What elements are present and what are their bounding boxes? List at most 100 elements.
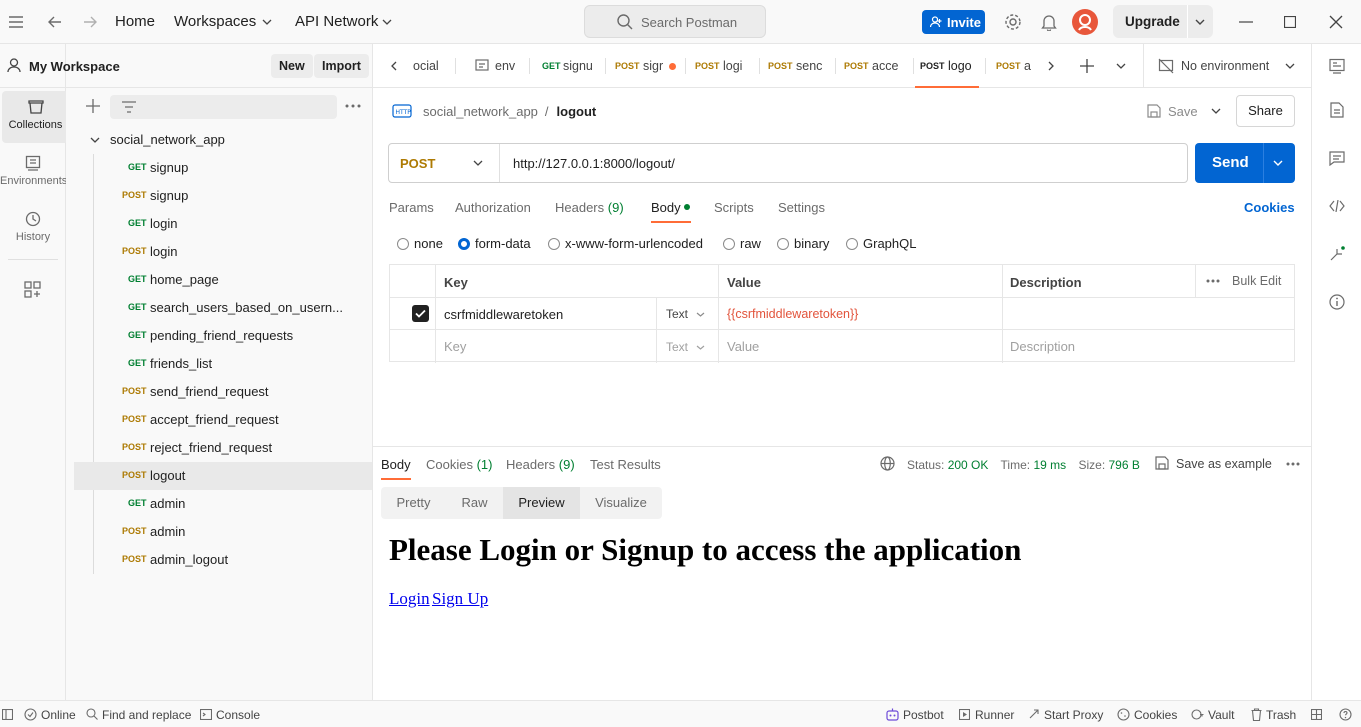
view-tab-preview[interactable]: Preview	[503, 487, 580, 519]
filter-input[interactable]	[110, 95, 337, 119]
request-item[interactable]: GET friends_list	[74, 350, 372, 378]
request-item[interactable]: POST reject_friend_request	[74, 434, 372, 462]
request-item[interactable]: GET search_users_based_on_usern...	[74, 294, 372, 322]
tab-scripts[interactable]: Scripts	[714, 200, 754, 215]
tab-request[interactable]: POST logi	[687, 44, 757, 88]
collection-folder[interactable]: social_network_app	[74, 126, 372, 154]
tab-authorization[interactable]: Authorization	[455, 200, 531, 215]
value-input[interactable]: Value	[727, 339, 759, 354]
radio-graphql[interactable]: GraphQL	[846, 236, 916, 251]
request-item[interactable]: GET login	[74, 210, 372, 238]
forward-arrow-icon[interactable]	[80, 12, 100, 32]
close-icon[interactable]	[1326, 12, 1346, 32]
radio-urlencoded[interactable]: x-www-form-urlencoded	[548, 236, 703, 251]
resp-tab-body[interactable]: Body	[381, 457, 411, 480]
more-options-icon[interactable]	[345, 99, 361, 113]
tab-request[interactable]: POST acce	[837, 44, 911, 88]
tabs-dropdown-icon[interactable]	[1116, 63, 1126, 69]
tab-request[interactable]: POST sigr	[607, 44, 683, 88]
bell-icon[interactable]	[1039, 12, 1059, 32]
postbot-button[interactable]: Postbot	[903, 708, 944, 722]
tab-request[interactable]: POST senc	[761, 44, 833, 88]
time-value[interactable]: 19 ms	[1033, 458, 1066, 472]
minimize-icon[interactable]	[1236, 12, 1256, 32]
request-item[interactable]: POST login	[74, 238, 372, 266]
share-button[interactable]: Share	[1236, 95, 1295, 127]
maximize-icon[interactable]	[1280, 12, 1300, 32]
vault-button[interactable]: Vault	[1208, 708, 1234, 722]
tab-collection[interactable]: ocial	[409, 44, 453, 88]
comments-icon[interactable]	[1327, 148, 1347, 168]
environment-selector[interactable]: No environment	[1144, 44, 1311, 88]
request-item[interactable]: GET home_page	[74, 266, 372, 294]
related-collections-icon[interactable]	[1327, 244, 1347, 264]
save-button[interactable]: Save	[1141, 95, 1203, 127]
trash-button[interactable]: Trash	[1266, 708, 1296, 722]
code-icon[interactable]	[1327, 196, 1347, 216]
rail-environments[interactable]: Environments	[0, 147, 67, 199]
cookies-link[interactable]: Cookies	[1244, 200, 1295, 215]
help-icon[interactable]	[1339, 708, 1352, 721]
url-input[interactable]: http://127.0.0.1:8000/logout/	[513, 156, 675, 171]
tab-request[interactable]: POST a	[987, 44, 1033, 88]
add-collection-icon[interactable]	[86, 99, 100, 113]
radio-binary[interactable]: binary	[777, 236, 829, 251]
save-dropdown-icon[interactable]	[1211, 108, 1221, 114]
avatar[interactable]	[1072, 9, 1098, 35]
runner-button[interactable]: Runner	[975, 708, 1014, 722]
view-tab-visualize[interactable]: Visualize	[580, 487, 662, 519]
request-item[interactable]: POST admin_logout	[74, 546, 372, 574]
menu-icon[interactable]	[6, 12, 26, 32]
radio-form-data[interactable]: form-data	[458, 236, 531, 251]
info-icon[interactable]	[1327, 292, 1347, 312]
row-key[interactable]: csrfmiddlewaretoken	[444, 307, 563, 322]
chevron-right-icon[interactable]	[1048, 61, 1054, 71]
online-status[interactable]: Online	[41, 708, 76, 722]
request-item[interactable]: POST admin	[74, 518, 372, 546]
key-input[interactable]: Key	[444, 339, 466, 354]
tab-request-active[interactable]: POST logo	[915, 44, 979, 88]
settings-icon[interactable]	[1003, 12, 1023, 32]
view-tab-pretty[interactable]: Pretty	[381, 487, 446, 519]
request-item[interactable]: GET pending_friend_requests	[74, 322, 372, 350]
radio-raw[interactable]: raw	[723, 236, 761, 251]
search-input[interactable]: Search Postman	[584, 5, 766, 38]
tab-request[interactable]: GET signu	[531, 44, 603, 88]
find-replace-button[interactable]: Find and replace	[102, 708, 191, 722]
request-item[interactable]: POST send_friend_request	[74, 378, 372, 406]
method-selector[interactable]: POST	[389, 144, 500, 182]
chevron-down-icon[interactable]	[1273, 160, 1283, 166]
bulk-edit-link[interactable]: Bulk Edit	[1232, 274, 1281, 288]
globe-icon[interactable]	[880, 456, 895, 471]
rail-collections[interactable]: Collections	[2, 91, 69, 143]
resp-tab-test-results[interactable]: Test Results	[590, 457, 661, 472]
status-value[interactable]: 200 OK	[948, 458, 989, 472]
console-button[interactable]: Console	[216, 708, 260, 722]
more-options-icon[interactable]	[1206, 279, 1220, 283]
breadcrumb-request[interactable]: logout	[557, 104, 597, 119]
request-item-selected[interactable]: POST logout	[74, 462, 372, 490]
layout-icon[interactable]	[1311, 709, 1322, 720]
request-item[interactable]: POST signup	[74, 182, 372, 210]
radio-none[interactable]: none	[397, 236, 443, 251]
request-item[interactable]: POST accept_friend_request	[74, 406, 372, 434]
back-arrow-icon[interactable]	[45, 12, 65, 32]
chevron-left-icon[interactable]	[391, 61, 397, 71]
nav-workspaces[interactable]: Workspaces	[174, 13, 256, 30]
new-button[interactable]: New	[271, 54, 313, 78]
chevron-down-icon[interactable]	[1195, 19, 1205, 25]
placeholder-type-select[interactable]: Text	[657, 330, 718, 361]
nav-api-network[interactable]: API Network	[295, 13, 378, 30]
preview-signup-link[interactable]: Sign Up	[432, 589, 488, 609]
size-value[interactable]: 796 B	[1109, 458, 1140, 472]
tab-settings[interactable]: Settings	[778, 200, 825, 215]
invite-button[interactable]: Invite	[922, 10, 985, 34]
more-options-icon[interactable]	[1286, 462, 1300, 466]
tab-params[interactable]: Params	[389, 200, 434, 215]
tab-env[interactable]: env	[457, 44, 527, 88]
preview-login-link[interactable]: Login	[389, 589, 430, 609]
tab-body[interactable]: Body	[651, 200, 691, 223]
new-tab-icon[interactable]	[1080, 59, 1094, 73]
cookies-button[interactable]: Cookies	[1134, 708, 1177, 722]
upgrade-button[interactable]: Upgrade	[1113, 5, 1213, 38]
